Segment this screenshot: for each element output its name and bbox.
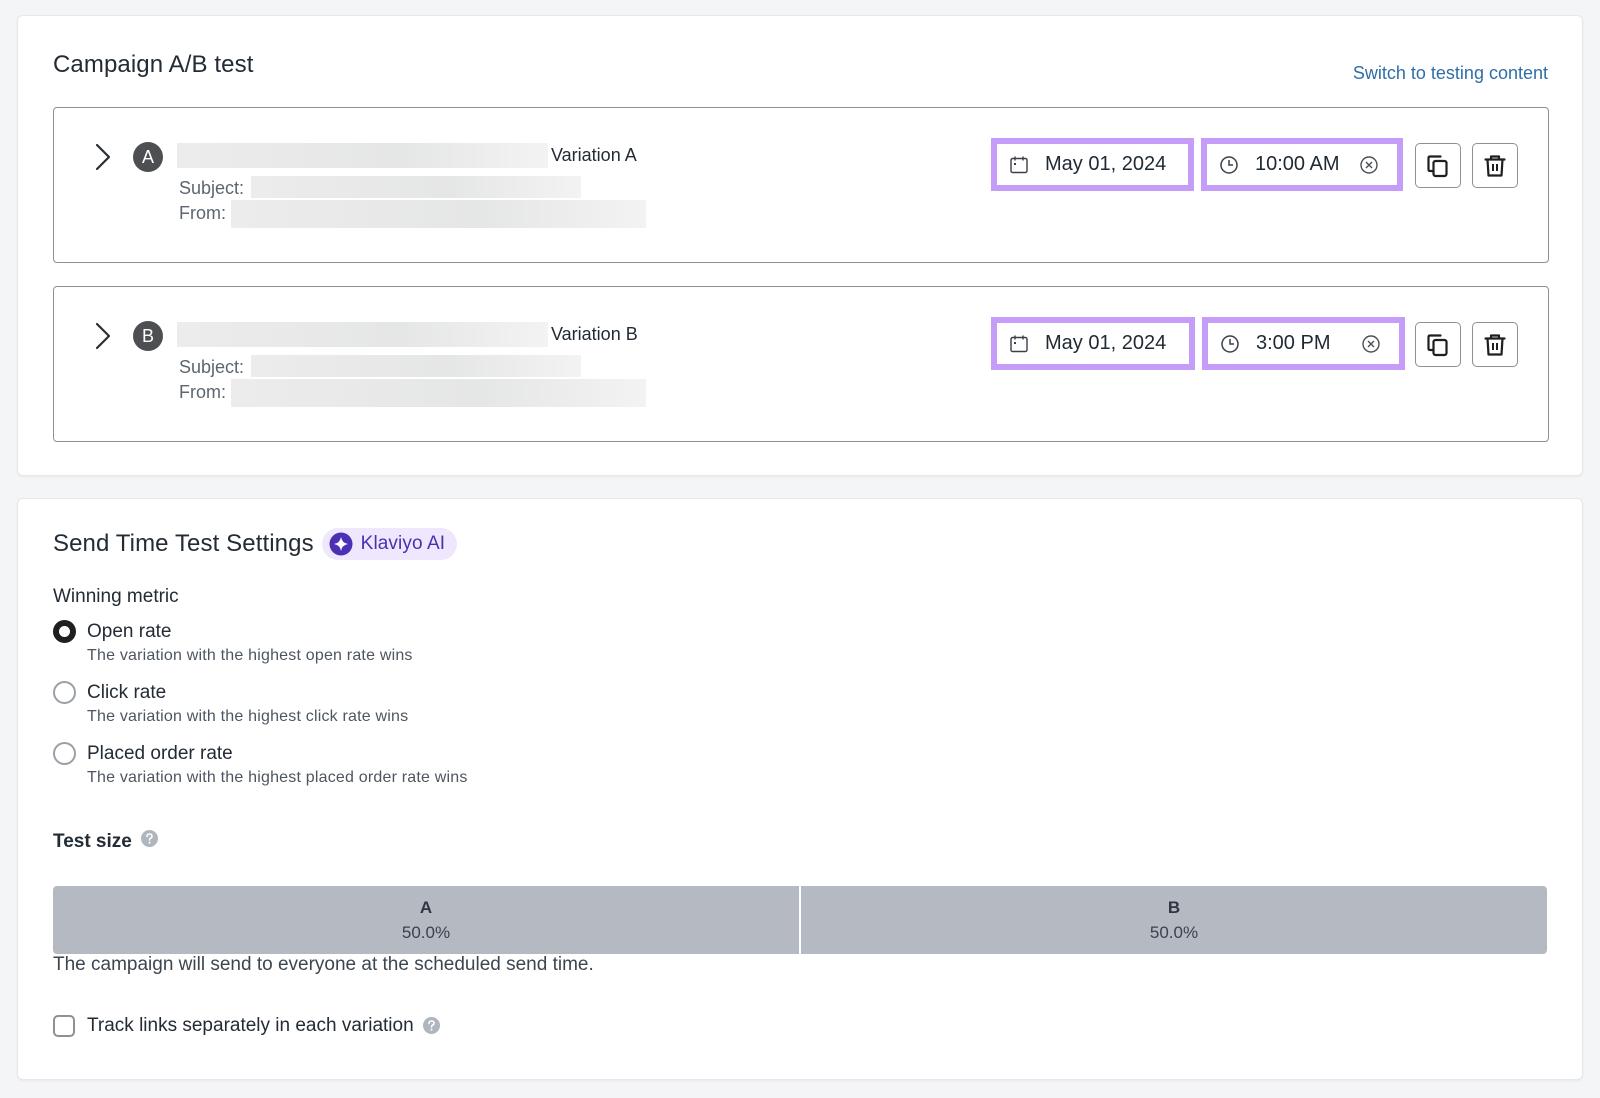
track-links-label: Track links separately in each variation	[87, 1015, 414, 1036]
calendar-icon	[1010, 335, 1028, 352]
split-segment-a[interactable]: A 50.0%	[53, 886, 799, 954]
copy-icon	[1427, 333, 1448, 356]
split-segment-label: B	[1167, 898, 1181, 917]
send-time-value: 3:00 PM	[1256, 332, 1331, 354]
redacted-subject	[251, 355, 581, 377]
split-segment-label: A	[419, 898, 433, 917]
variation-name: Variation B	[551, 324, 638, 344]
redacted-from	[231, 379, 646, 407]
send-time-title: Send Time Test Settings	[53, 530, 314, 557]
trash-icon	[1484, 154, 1506, 177]
send-time-header: Send Time Test Settings Klaviyo AI	[53, 528, 458, 560]
radio-label: Click rate	[87, 681, 167, 703]
track-links-checkbox-row[interactable]: Track links separately in each variation	[53, 1015, 440, 1037]
clear-time-icon[interactable]	[1361, 334, 1381, 354]
send-date-input[interactable]: May 01, 2024	[991, 138, 1194, 191]
redacted-subject	[251, 176, 581, 198]
radio-label: Placed order rate	[87, 742, 233, 764]
copy-icon	[1427, 154, 1448, 177]
send-time-input[interactable]: 3:00 PM	[1202, 317, 1405, 370]
send-time-input[interactable]: 10:00 AM	[1201, 138, 1403, 191]
send-time-settings-card: Send Time Test Settings Klaviyo AI Winni…	[17, 498, 1583, 1080]
track-links-checkbox[interactable]	[53, 1015, 75, 1037]
switch-to-testing-content-link[interactable]: Switch to testing content	[1353, 63, 1548, 84]
split-note: The campaign will send to everyone at th…	[53, 954, 594, 975]
klaviyo-ai-badge: Klaviyo AI	[321, 528, 458, 560]
send-time-value: 10:00 AM	[1255, 153, 1340, 175]
chevron-right-icon[interactable]	[92, 321, 114, 351]
ab-test-card: Campaign A/B test Switch to testing cont…	[17, 15, 1583, 476]
duplicate-variation-button[interactable]	[1415, 143, 1461, 188]
clear-time-icon[interactable]	[1359, 155, 1379, 175]
klaviyo-ai-label: Klaviyo AI	[360, 533, 446, 554]
split-segment-value: 50.0%	[1149, 923, 1199, 942]
radio-button[interactable]	[53, 681, 76, 704]
trash-icon	[1484, 333, 1506, 356]
winning-metric-label: Winning metric	[53, 586, 179, 607]
radio-button-checked[interactable]	[53, 620, 76, 643]
radio-placed-order-rate[interactable]: Placed order rate	[53, 742, 233, 765]
radio-description: The variation with the highest open rate…	[87, 647, 413, 664]
ab-test-title: Campaign A/B test	[53, 51, 254, 78]
chevron-right-icon[interactable]	[92, 142, 114, 172]
from-label: From:	[179, 382, 226, 402]
clock-icon	[1220, 155, 1238, 174]
split-segment-b[interactable]: B 50.0%	[799, 886, 1547, 954]
subject-label: Subject:	[179, 357, 245, 377]
send-date-value: May 01, 2024	[1045, 153, 1167, 175]
from-label: From:	[179, 203, 226, 223]
help-icon[interactable]	[140, 829, 158, 847]
delete-variation-button[interactable]	[1472, 322, 1518, 367]
calendar-icon	[1010, 156, 1028, 173]
variation-name: Variation A	[551, 145, 637, 165]
radio-label: Open rate	[87, 620, 172, 642]
send-date-input[interactable]: May 01, 2024	[991, 317, 1195, 370]
variation-b-row: B Variation B Subject: From: May 01, 202…	[53, 286, 1549, 442]
radio-description: The variation with the highest click rat…	[87, 708, 409, 725]
test-size-label: Test size	[53, 831, 132, 852]
radio-click-rate[interactable]: Click rate	[53, 681, 166, 704]
variation-a-row: A Variation A Subject: From: May 01, 202…	[53, 107, 1549, 263]
radio-open-rate[interactable]: Open rate	[53, 620, 172, 643]
redacted-campaign-name	[177, 143, 548, 168]
radio-button[interactable]	[53, 742, 76, 765]
help-icon[interactable]	[422, 1016, 440, 1034]
test-size-header: Test size	[53, 829, 158, 853]
variation-badge: B	[133, 321, 163, 351]
duplicate-variation-button[interactable]	[1415, 322, 1461, 367]
test-size-split-bar: A 50.0% B 50.0%	[53, 886, 1547, 954]
radio-description: The variation with the highest placed or…	[87, 769, 468, 786]
redacted-campaign-name	[177, 322, 548, 347]
delete-variation-button[interactable]	[1472, 143, 1518, 188]
send-date-value: May 01, 2024	[1045, 332, 1167, 354]
subject-label: Subject:	[179, 178, 245, 198]
redacted-from	[231, 200, 646, 228]
variation-badge: A	[133, 142, 163, 172]
split-segment-value: 50.0%	[401, 923, 451, 942]
clock-icon	[1221, 334, 1239, 353]
sparkle-icon	[329, 532, 353, 556]
